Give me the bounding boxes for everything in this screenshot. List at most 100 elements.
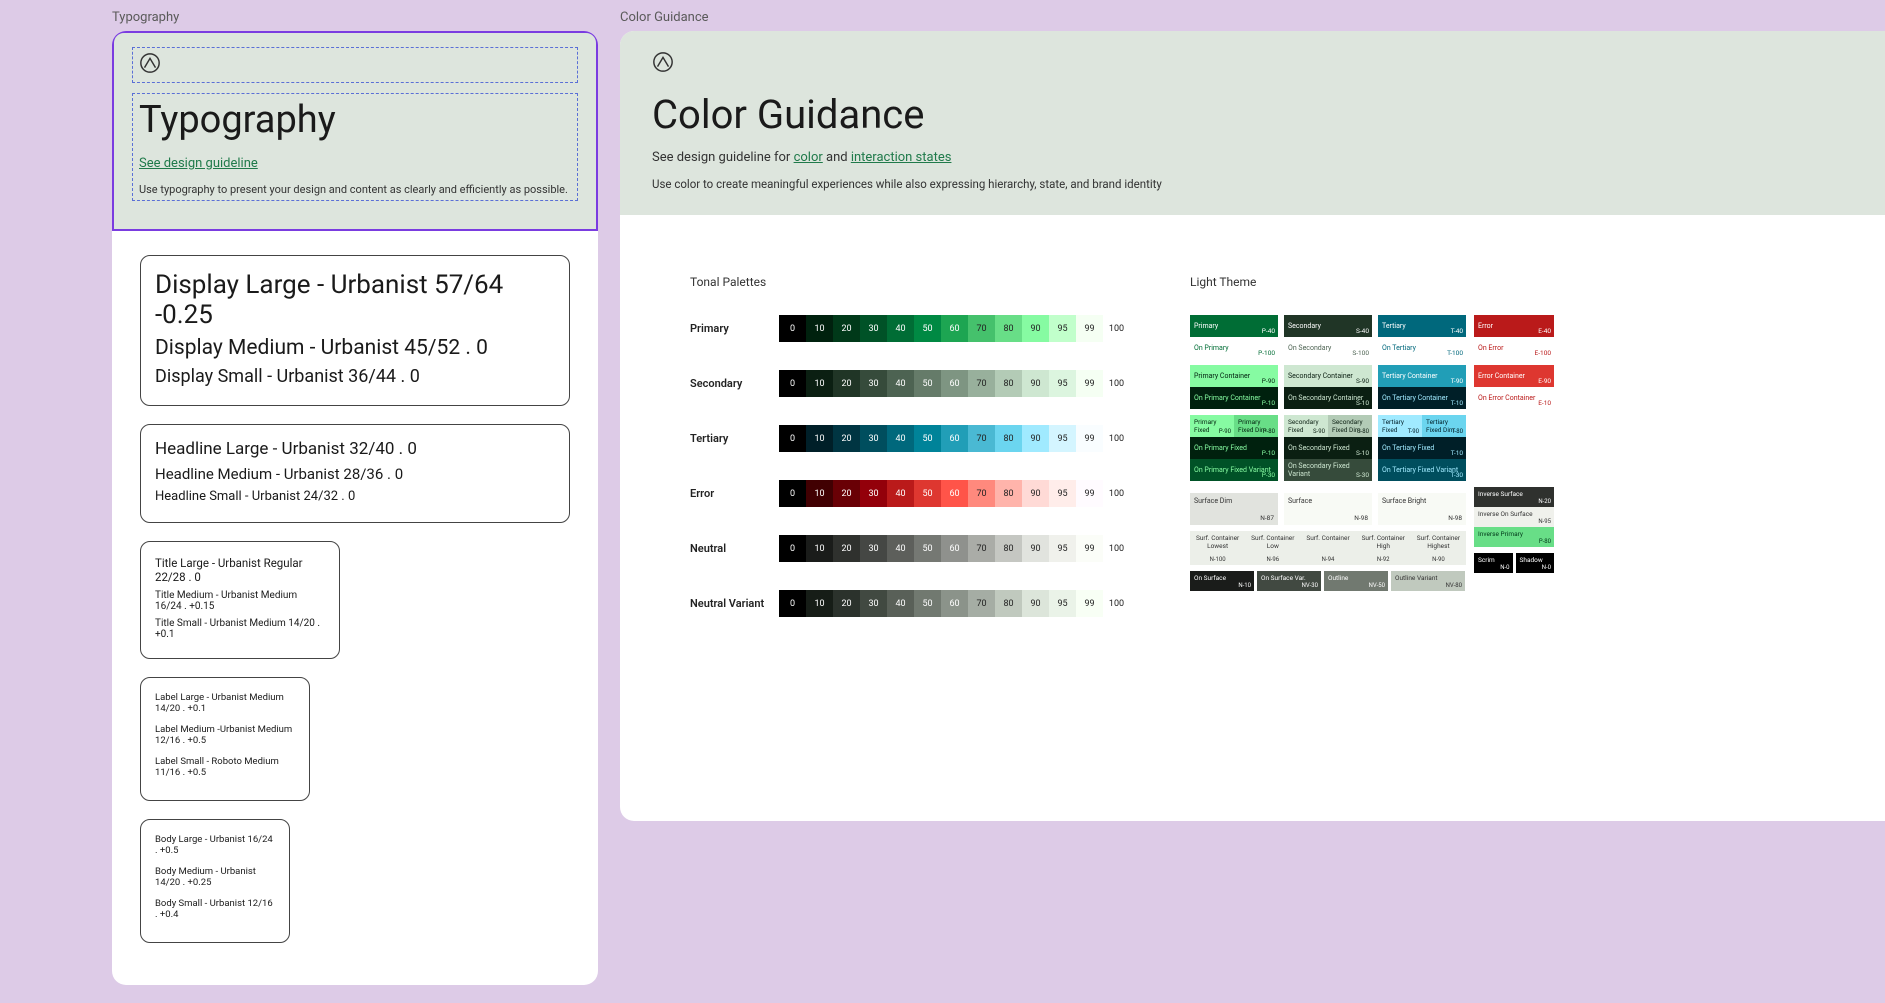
tone-swatch: 70 [968,425,995,452]
color-subhead: See design guideline for color and inter… [652,150,1853,165]
section-label-color: Color Guidance [620,10,1885,25]
surface-container: Surf. Container HighN-92 [1356,531,1411,565]
tone-swatch: 0 [779,425,806,452]
color-subhead-prefix: See design guideline for [652,150,794,165]
type-scale-group: Title Large - Urbanist Regular 22/28 . 0… [140,541,340,659]
tone-swatch: 50 [914,425,941,452]
tone-swatch: 99 [1076,370,1103,397]
tonal-label: Tertiary [690,432,779,445]
tone-swatch: 30 [860,480,887,507]
tone-swatch: 70 [968,535,995,562]
surface-container: Surf. ContainerN-94 [1300,531,1355,565]
role-on-tertiary-fixed: On Tertiary FixedT-10 [1378,437,1466,459]
role-on-tertiary: On TertiaryT-100 [1378,337,1466,359]
role-on-primary-fixed-variant: On Primary Fixed VariantP-30 [1190,459,1278,481]
tone-swatch: 0 [779,535,806,562]
type-scale-line: Title Large - Urbanist Regular 22/28 . 0 [155,556,325,584]
tone-swatch: 100 [1103,480,1130,507]
tone-swatch: 40 [887,425,914,452]
tonal-row-secondary: Secondary01020304050607080909599100 [690,370,1130,397]
color-link-states[interactable]: interaction states [851,150,952,165]
type-scale-line: Body Medium - Urbanist 14/20 . +0.25 [155,866,275,888]
tone-swatch: 0 [779,480,806,507]
role-on-secondary: On SecondaryS-100 [1284,337,1372,359]
tone-swatch: 99 [1076,315,1103,342]
tone-swatch: 99 [1076,535,1103,562]
tone-swatch: 10 [806,590,833,617]
role-col-primary: PrimaryP-40On PrimaryP-100Primary Contai… [1190,315,1278,487]
tone-swatch: 90 [1022,590,1049,617]
tone-swatch: 60 [941,480,968,507]
typography-title: Typography [139,98,571,142]
type-scale-group: Label Large - Urbanist Medium 14/20 . +0… [140,677,310,801]
role-on-secondary-fixed: On Secondary FixedS-10 [1284,437,1372,459]
tonal-strip: 01020304050607080909599100 [779,315,1130,342]
tone-swatch: 30 [860,590,887,617]
surface-container: Surf. Container LowestN-100 [1190,531,1245,565]
role-scrim: ScrimN-0 [1474,553,1513,573]
type-scale-line: Title Medium - Urbanist Medium 16/24 . +… [155,590,325,612]
tone-swatch: 80 [995,315,1022,342]
tone-swatch: 60 [941,425,968,452]
role-on-error-container: On Error ContainerE-10 [1474,387,1554,409]
tone-swatch: 90 [1022,370,1049,397]
role-inverse-surface: Inverse SurfaceN-20 [1474,487,1554,507]
color-link-color[interactable]: color [794,150,823,165]
color-description: Use color to create meaningful experienc… [652,177,1853,191]
role-on-tertiary-container: On Tertiary ContainerT-10 [1378,387,1466,409]
tone-swatch: 90 [1022,315,1049,342]
tone-swatch: 99 [1076,425,1103,452]
tone-swatch: 70 [968,315,995,342]
role-inverse-primary: Inverse PrimaryP-80 [1474,527,1554,547]
tone-swatch: 0 [779,370,806,397]
role-error: ErrorE-40 [1474,315,1554,337]
role-on-surface: On SurfaceN-10 [1190,571,1254,591]
role-secondary-container: Secondary ContainerS-90 [1284,365,1372,387]
tone-swatch: 0 [779,590,806,617]
tonal-strip: 01020304050607080909599100 [779,535,1130,562]
tone-swatch: 100 [1103,425,1130,452]
tone-swatch: 95 [1049,425,1076,452]
tone-swatch: 20 [833,315,860,342]
tone-swatch: 50 [914,535,941,562]
tonal-strip: 01020304050607080909599100 [779,370,1130,397]
surface-container: Surf. Container HighestN-90 [1411,531,1466,565]
role-tertiary-container: Tertiary ContainerT-90 [1378,365,1466,387]
role-on-tertiary-fixed-variant: On Tertiary Fixed VariantT-30 [1378,459,1466,481]
tone-swatch: 70 [968,590,995,617]
tone-swatch: 95 [1049,535,1076,562]
tone-swatch: 99 [1076,590,1103,617]
tone-swatch: 10 [806,535,833,562]
role-on-primary-container: On Primary ContainerP-10 [1190,387,1278,409]
role-col-tertiary: TertiaryT-40On TertiaryT-100 Tertiary Con… [1378,315,1466,487]
type-scale-line: Headline Medium - Urbanist 28/36 . 0 [155,465,555,483]
tone-swatch: 30 [860,370,887,397]
tone-swatch: 90 [1022,425,1049,452]
color-title: Color Guidance [652,91,1853,138]
role-inverse-on-surface: Inverse On SurfaceN-95 [1474,507,1554,527]
role-primary-container: Primary ContainerP-90 [1190,365,1278,387]
role-shadow: ShadowN-0 [1516,553,1555,573]
tonal-strip: 01020304050607080909599100 [779,425,1130,452]
tone-swatch: 60 [941,590,968,617]
surface-container: Surf. Container LowN-96 [1245,531,1300,565]
role-on-primary: On PrimaryP-100 [1190,337,1278,359]
tone-swatch: 10 [806,315,833,342]
typography-card: Typography See design guideline Use typo… [112,31,598,985]
color-card: Color Guidance See design guideline for … [620,31,1885,821]
type-scale-line: Display Large - Urbanist 57/64 -0.25 [155,270,555,330]
tone-swatch: 40 [887,480,914,507]
section-label-typography: Typography [112,10,598,25]
role-secondary: SecondaryS-40 [1284,315,1372,337]
role-tertiary: TertiaryT-40 [1378,315,1466,337]
typography-guideline-link[interactable]: See design guideline [139,156,258,171]
material-logo-icon [652,51,674,73]
tone-swatch: 80 [995,425,1022,452]
tone-swatch: 95 [1049,370,1076,397]
role-error-container: Error ContainerE-90 [1474,365,1554,387]
type-scale-line: Label Large - Urbanist Medium 14/20 . +0… [155,692,295,714]
tone-swatch: 50 [914,480,941,507]
typography-header[interactable]: Typography See design guideline Use typo… [112,31,598,231]
role-on-primary-fixed: On Primary FixedP-10 [1190,437,1278,459]
tone-swatch: 100 [1103,315,1130,342]
